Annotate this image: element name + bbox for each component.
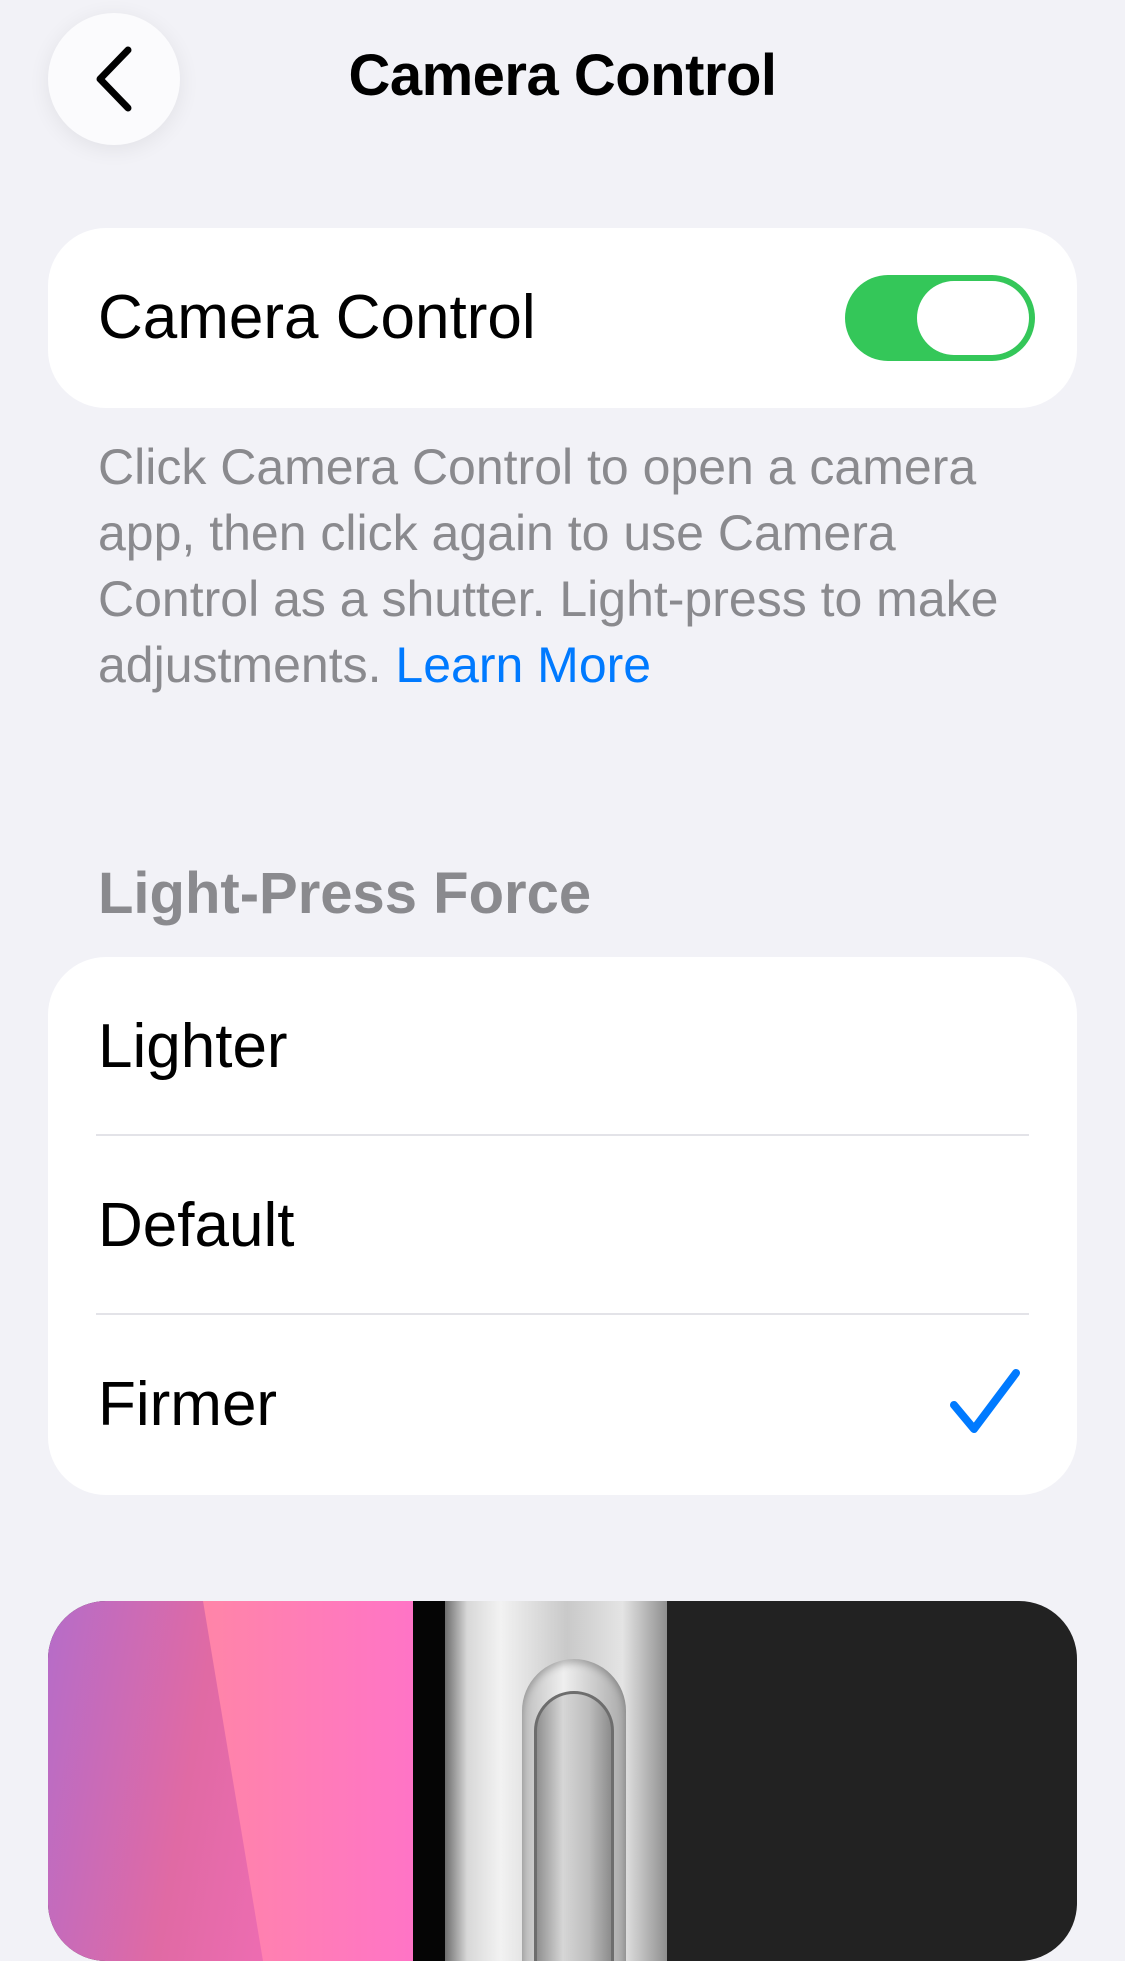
checkmark-icon	[950, 1369, 1020, 1433]
learn-more-link[interactable]: Learn More	[395, 637, 651, 693]
navigation-bar: Camera Control	[0, 0, 1125, 170]
page-title: Camera Control	[348, 43, 777, 108]
camera-control-toggle-row: Camera Control	[48, 228, 1077, 408]
camera-control-button	[534, 1691, 614, 1961]
light-press-force-header: Light-Press Force	[98, 861, 592, 926]
camera-control-toggle-label: Camera Control	[98, 283, 536, 352]
option-row-default[interactable]: Default	[48, 1136, 1077, 1315]
camera-control-toggle-switch[interactable]	[845, 275, 1035, 361]
option-label: Firmer	[98, 1370, 278, 1439]
light-press-force-options: Lighter Default Firmer	[48, 957, 1077, 1495]
option-label: Lighter	[98, 1012, 288, 1081]
toggle-knob	[917, 281, 1029, 355]
option-row-firmer[interactable]: Firmer	[48, 1315, 1077, 1494]
camera-control-illustration	[48, 1601, 1077, 1961]
camera-control-description: Click Camera Control to open a camera ap…	[98, 434, 1038, 698]
phone-bezel	[413, 1601, 445, 1961]
option-label: Default	[98, 1191, 295, 1260]
option-row-lighter[interactable]: Lighter	[48, 957, 1077, 1136]
